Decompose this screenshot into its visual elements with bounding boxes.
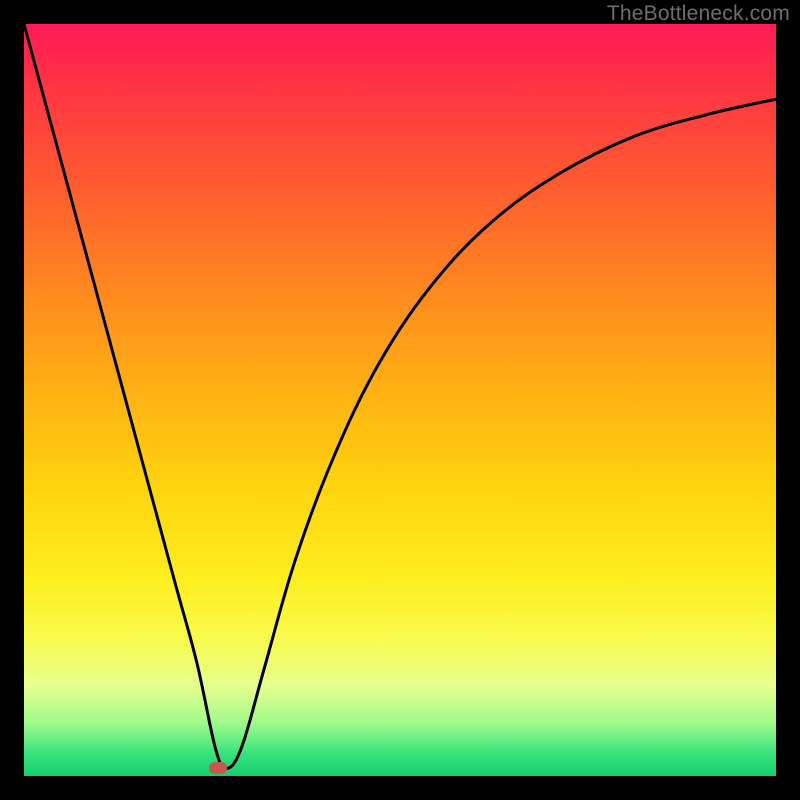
curve-svg <box>24 24 776 776</box>
bottleneck-curve <box>24 24 776 769</box>
chart-frame: TheBottleneck.com <box>0 0 800 800</box>
plot-area <box>24 24 776 776</box>
minimum-marker <box>209 762 227 774</box>
attribution-text: TheBottleneck.com <box>607 2 790 26</box>
